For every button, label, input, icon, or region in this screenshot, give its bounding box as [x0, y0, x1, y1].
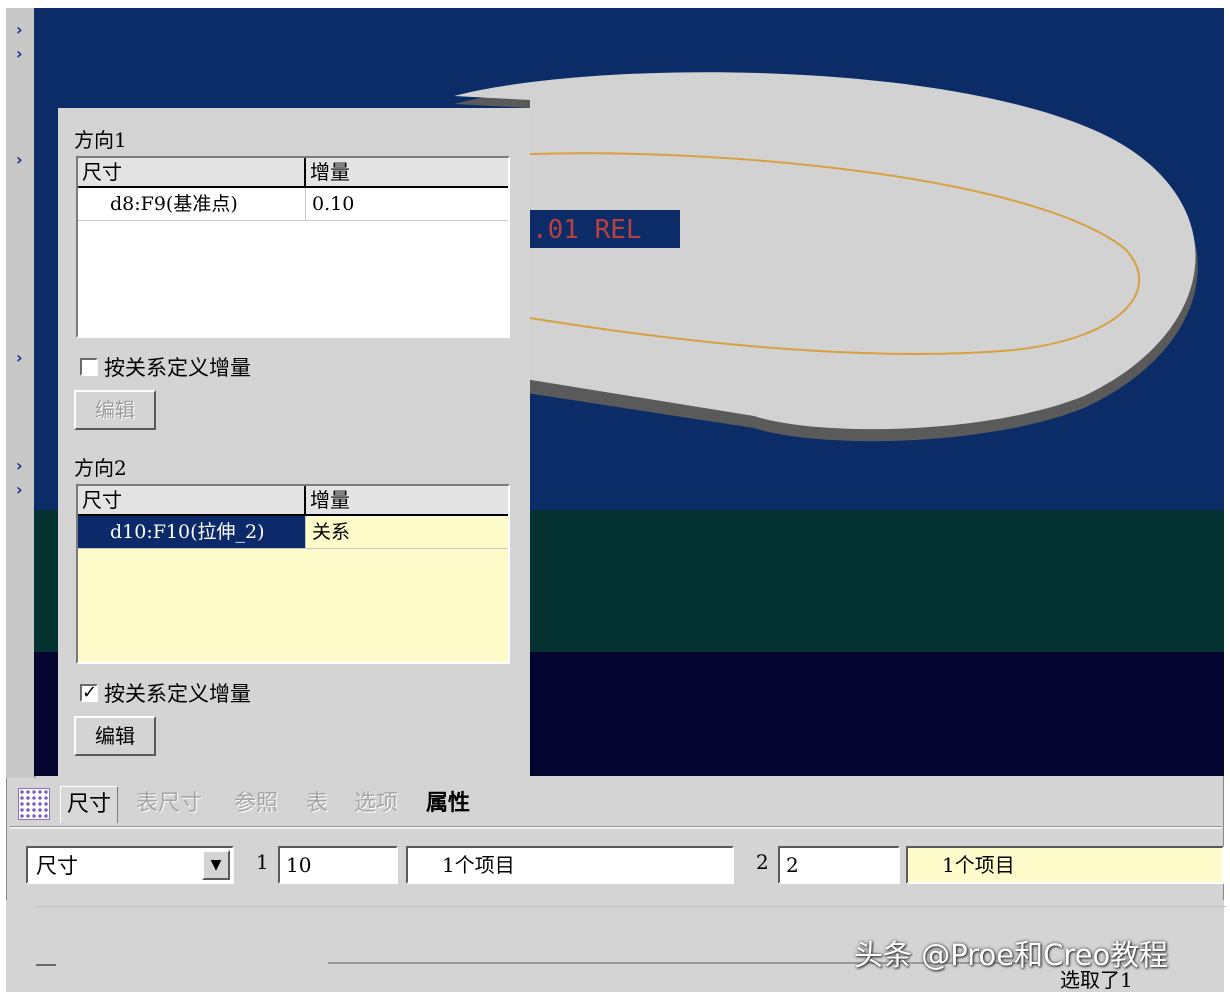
direction1-relation-checkbox[interactable] [80, 358, 98, 376]
chevron-right-icon[interactable]: › [16, 348, 23, 367]
column-header-increment[interactable]: 增量 [306, 158, 508, 186]
dimension-cell[interactable]: d8:F9(基准点) [78, 188, 306, 220]
direction1-relation-checkbox-row[interactable]: 按关系定义增量 [80, 352, 251, 382]
tab-bar: 尺寸 表尺寸 参照 表 选项 属性 [14, 780, 1222, 828]
table-row[interactable]: d8:F9(基准点) 0.10 [78, 188, 508, 221]
checkbox-label: 按关系定义增量 [104, 356, 251, 380]
tab-table[interactable]: 表 [306, 786, 328, 822]
table-header: 尺寸 增量 [78, 486, 508, 516]
column-header-dimension[interactable]: 尺寸 [78, 158, 306, 186]
direction1-edit-button[interactable]: 编辑 [74, 390, 156, 430]
direction2-edit-button[interactable]: 编辑 [74, 716, 156, 756]
column-header-increment[interactable]: 增量 [306, 486, 508, 514]
direction1-count-label: 1 [256, 850, 269, 874]
divider [10, 826, 1222, 829]
dimension-cell[interactable]: d10:F10(拉伸_2) [78, 516, 306, 548]
direction2-relation-checkbox[interactable]: ✓ [80, 684, 98, 702]
table-header: 尺寸 增量 [78, 158, 508, 188]
triangle-down-icon[interactable]: ▼ [202, 850, 230, 880]
tab-references[interactable]: 参照 [234, 786, 278, 822]
tab-dimensions[interactable]: 尺寸 [60, 786, 119, 823]
tab-properties[interactable]: 属性 [426, 786, 470, 822]
increment-cell[interactable]: 关系 [306, 516, 508, 548]
increment-cell[interactable]: 0.10 [306, 188, 508, 220]
tab-table-dimensions[interactable]: 表尺寸 [136, 786, 202, 822]
direction2-label: 方向2 [74, 456, 127, 480]
checkbox-label: 按关系定义增量 [104, 682, 251, 706]
column-header-dimension[interactable]: 尺寸 [78, 486, 306, 514]
viewport-label: .01 REL [532, 215, 642, 245]
direction2-count-label: 2 [756, 850, 769, 874]
direction2-count-input[interactable]: 2 [778, 846, 900, 884]
left-rail: › › › › › › [6, 8, 36, 778]
table-row[interactable]: d10:F10(拉伸_2) 关系 [78, 516, 508, 549]
direction1-table[interactable]: 尺寸 增量 d8:F9(基准点) 0.10 [76, 156, 510, 338]
select-value: 尺寸 [36, 854, 78, 878]
direction2-items-field[interactable]: 1个项目 [906, 846, 1224, 884]
direction2-relation-checkbox-row[interactable]: ✓ 按关系定义增量 [80, 678, 251, 708]
direction2-table[interactable]: 尺寸 增量 d10:F10(拉伸_2) 关系 [76, 484, 510, 664]
pattern-type-select[interactable]: 尺寸 ▼ [26, 846, 234, 884]
tab-options[interactable]: 选项 [354, 786, 398, 822]
direction1-label: 方向1 [74, 128, 127, 152]
chevron-right-icon[interactable]: › [16, 480, 23, 499]
direction1-count-input[interactable]: 10 [278, 846, 398, 884]
pattern-summary-bar: 尺寸 ▼ 1 10 1个项目 2 2 1个项目 [0, 846, 1230, 886]
chevron-right-icon[interactable]: › [16, 456, 23, 475]
chevron-right-icon[interactable]: › [16, 150, 23, 169]
watermark: 头条 @Proe和Creo教程 [854, 938, 1169, 972]
grid-icon[interactable] [18, 788, 50, 820]
direction1-items-field[interactable]: 1个项目 [406, 846, 734, 884]
chevron-right-icon[interactable]: › [16, 20, 23, 39]
chevron-right-icon[interactable]: › [16, 44, 23, 63]
